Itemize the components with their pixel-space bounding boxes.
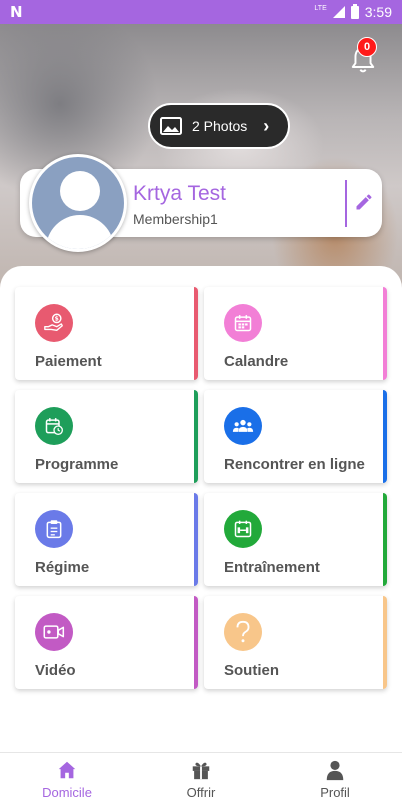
image-icon [160,117,182,135]
clipboard-icon [35,510,73,548]
tile-label: Régime [35,559,90,576]
nav-item-offrir[interactable]: Offrir [134,753,268,800]
home-icon [58,761,76,779]
avatar-body [46,215,114,249]
signal-icon [332,6,345,18]
group-meeting-icon [224,407,262,445]
n-notification-icon: N [10,3,23,21]
nav-item-profil[interactable]: Profil [268,753,402,800]
question-icon [224,613,262,651]
tile-label: Paiement [35,353,102,370]
photos-button[interactable]: 2 Photos › [148,103,290,149]
chevron-right-icon: › [263,115,270,136]
dumbbell-icon [224,510,262,548]
nav-item-label: Domicile [42,785,92,800]
tile-accent-bar [383,287,387,380]
tile-label: Entraînement [224,559,320,576]
tile-label: Vidéo [35,662,76,679]
photos-button-label: 2 Photos [192,118,248,134]
tile-label: Soutien [224,662,279,679]
tile-paiement[interactable]: $ Paiement [15,287,198,380]
tile-accent-bar [194,390,198,483]
tile-programme[interactable]: Programme [15,390,198,483]
network-type-label: LTE [314,4,327,12]
nav-item-label: Profil [320,785,350,800]
gift-icon [192,762,210,780]
avatar-head [60,171,100,211]
tile-label: Rencontrer en ligne [224,456,365,473]
tile-label: Calandre [224,353,289,370]
main-panel: $ Paiement Calandre Programme Rencontrer… [0,266,402,752]
membership-label: Membership1 [133,211,218,227]
nav-item-label: Offrir [186,785,216,800]
calendar-icon [224,304,262,342]
tile-accent-bar [383,390,387,483]
avatar[interactable] [29,154,127,252]
tile-accent-bar [383,493,387,586]
schedule-icon [35,407,73,445]
user-name: Krtya Test [133,182,226,205]
tile-accent-bar [194,596,198,689]
profile-divider [345,180,347,227]
tile-accent-bar [194,493,198,586]
status-bar: N LTE 3:59 [0,0,402,24]
tile-video[interactable]: Vidéo [15,596,198,689]
person-icon [326,760,344,781]
tile-accent-bar [194,287,198,380]
nav-item-domicile[interactable]: Domicile [0,753,134,800]
video-icon [35,613,73,651]
status-time: 3:59 [364,4,392,20]
edit-pencil-icon[interactable] [354,192,374,212]
notification-badge: 0 [357,37,377,57]
tile-regime[interactable]: Régime [15,493,198,586]
tile-label: Programme [35,456,119,473]
battery-icon [350,3,359,19]
tile-accent-bar [383,596,387,689]
tile-entrainement[interactable]: Entraînement [204,493,387,586]
tile-rencontrer-en-ligne[interactable]: Rencontrer en ligne [204,390,387,483]
tile-soutien[interactable]: Soutien [204,596,387,689]
svg-text:$: $ [55,316,59,323]
tile-calandre[interactable]: Calandre [204,287,387,380]
bottom-navigation: Domicile Offrir Profil [0,752,402,800]
status-icons: LTE 3:59 [314,3,392,20]
payment-icon: $ [35,304,73,342]
